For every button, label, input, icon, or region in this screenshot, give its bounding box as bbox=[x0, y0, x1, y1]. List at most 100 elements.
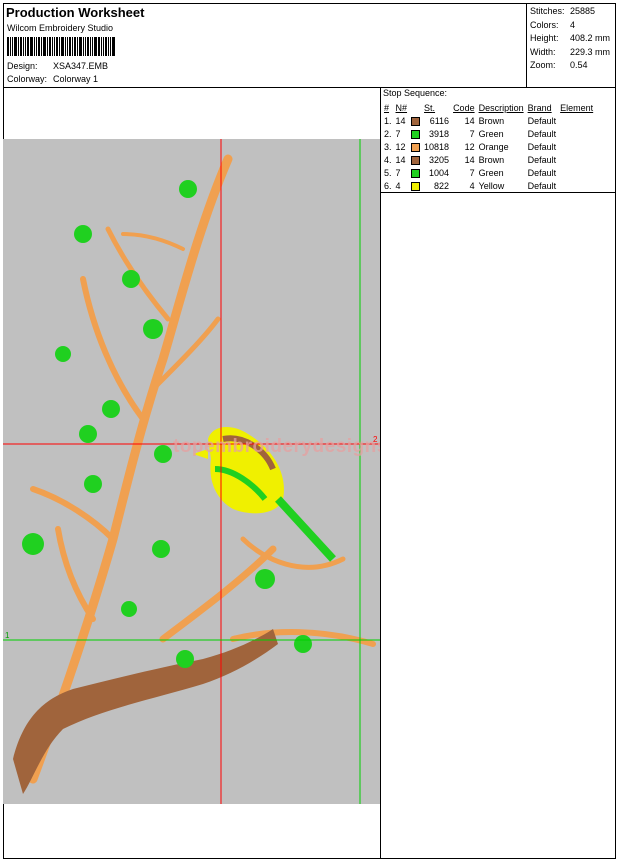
stop-row: 2. 7 3918 7 Green Default bbox=[382, 127, 595, 140]
branch-left bbox=[30, 486, 116, 542]
leaf-tuft bbox=[84, 475, 102, 493]
stop-swatch-cell bbox=[409, 179, 422, 192]
stop-description: Green bbox=[478, 167, 504, 178]
stop-description: Yellow bbox=[478, 180, 505, 191]
branch-right-low bbox=[159, 545, 277, 643]
stat-stitches: Stitches: 25885 bbox=[530, 6, 596, 16]
stop-swatch-cell bbox=[409, 140, 422, 153]
stop-description: Brown bbox=[478, 154, 505, 165]
stop-code: 7 bbox=[469, 128, 475, 139]
stop-row: 1. 14 6116 14 Brown Default bbox=[382, 114, 595, 127]
stop-code: 14 bbox=[464, 154, 475, 165]
stop-element bbox=[558, 140, 595, 153]
col-header-element: Element bbox=[560, 102, 594, 113]
stop-element bbox=[558, 166, 595, 179]
stop-stitch-count: 1004 bbox=[429, 167, 450, 178]
stat-height: Height: 408.2 mm bbox=[530, 33, 611, 43]
colorway-row: Colorway: Colorway 1 bbox=[7, 74, 98, 84]
leaf-tuft bbox=[176, 650, 194, 668]
leaf-tuft bbox=[55, 346, 71, 362]
stop-sequence-title: Stop Sequence: bbox=[383, 88, 448, 98]
design-stats: Stitches: 25885 Colors: 4 Height: 408.2 mm … bbox=[530, 5, 610, 73]
col-header-stitches: St. bbox=[424, 102, 436, 113]
colorway-value: Colorway 1 bbox=[53, 74, 99, 84]
stop-code: 14 bbox=[464, 115, 475, 126]
stop-brand: Default bbox=[527, 128, 557, 139]
stop-row: 5. 7 1004 7 Green Default bbox=[382, 166, 595, 179]
leaf-tuft bbox=[143, 319, 163, 339]
stop-stitch-count: 3918 bbox=[429, 128, 450, 139]
color-swatch bbox=[411, 129, 421, 139]
stop-element bbox=[558, 179, 595, 192]
page-title: Production Worksheet bbox=[6, 5, 145, 20]
stop-sequence-table: # N# St. Code Description Brand Element … bbox=[382, 101, 595, 192]
stop-code: 12 bbox=[464, 141, 475, 152]
stop-needle: 14 bbox=[395, 154, 406, 165]
leaf-tuft bbox=[152, 540, 170, 558]
stat-colors: Colors: 4 bbox=[530, 19, 576, 30]
stop-element bbox=[558, 127, 595, 140]
stop-needle: 7 bbox=[395, 167, 401, 178]
stop-index: 4. bbox=[384, 154, 392, 165]
design-label: Design: bbox=[7, 61, 38, 71]
stops-bottom-line bbox=[380, 192, 616, 193]
stop-brand: Default bbox=[527, 141, 557, 152]
col-header-num: # bbox=[384, 102, 390, 113]
col-header-needle: N# bbox=[395, 102, 408, 113]
stats-divider bbox=[526, 3, 527, 87]
leaf-tuft bbox=[22, 533, 44, 555]
stop-brand: Default bbox=[527, 180, 557, 191]
leaf-tuft bbox=[74, 225, 92, 243]
stop-stitch-count: 6116 bbox=[429, 115, 450, 126]
stop-needle: 14 bbox=[395, 115, 406, 126]
stop-index: 2. bbox=[384, 128, 392, 139]
stop-sequence: Stop Sequence: # N# St. Code Description… bbox=[382, 88, 616, 192]
leaf-tuft bbox=[79, 425, 97, 443]
stop-code: 7 bbox=[469, 167, 475, 178]
stop-needle: 12 bbox=[395, 141, 406, 152]
stop-element bbox=[558, 114, 595, 127]
stat-width: Width: 229.3 mm bbox=[530, 46, 611, 57]
col-header-description: Description bbox=[478, 102, 524, 113]
branch-top-left bbox=[121, 232, 185, 251]
stat-zoom: Zoom: 0.54 bbox=[530, 60, 588, 70]
stop-swatch-cell bbox=[409, 114, 422, 127]
stop-needle: 4 bbox=[395, 180, 401, 191]
stop-index: 6. bbox=[384, 180, 392, 191]
leaf-tuft bbox=[154, 445, 172, 463]
color-swatch bbox=[411, 181, 421, 191]
guide-marker-1: 1 bbox=[5, 631, 10, 640]
stop-stitch-count: 822 bbox=[434, 180, 450, 191]
stop-index: 3. bbox=[384, 141, 392, 152]
stop-code: 4 bbox=[469, 180, 475, 191]
stop-brand: Default bbox=[527, 154, 557, 165]
stop-index: 1. bbox=[384, 115, 392, 126]
leaf-tuft bbox=[255, 569, 275, 589]
stop-swatch-cell bbox=[409, 166, 422, 179]
stop-stitch-count: 3205 bbox=[429, 154, 450, 165]
stops-divider bbox=[380, 87, 381, 859]
design-value: XSA347.EMB bbox=[53, 61, 109, 71]
leaf-tuft bbox=[179, 180, 197, 198]
stop-brand: Default bbox=[527, 167, 557, 178]
stop-needle: 7 bbox=[395, 128, 401, 139]
branch-lower-left bbox=[55, 526, 96, 622]
stop-row: 4. 14 3205 14 Brown Default bbox=[382, 153, 595, 166]
color-swatch bbox=[411, 168, 421, 178]
trunk bbox=[13, 629, 278, 794]
stop-swatch-cell bbox=[409, 153, 422, 166]
leaf-tuft bbox=[121, 601, 137, 617]
watermark-text: topembroiderydesigns.com bbox=[173, 436, 380, 457]
stop-description: Orange bbox=[478, 141, 509, 152]
color-swatch bbox=[411, 155, 421, 165]
leaf-tuft bbox=[122, 270, 140, 288]
software-name: Wilcom Embroidery Studio bbox=[7, 23, 114, 33]
color-swatch bbox=[411, 116, 421, 126]
leaf-tuft bbox=[294, 635, 312, 653]
stop-brand: Default bbox=[527, 115, 557, 126]
colorway-label: Colorway: bbox=[7, 74, 48, 84]
stop-description: Green bbox=[478, 128, 504, 139]
barcode bbox=[7, 37, 116, 56]
stop-row: 3. 12 10818 12 Orange Default bbox=[382, 140, 595, 153]
stop-description: Brown bbox=[478, 115, 505, 126]
